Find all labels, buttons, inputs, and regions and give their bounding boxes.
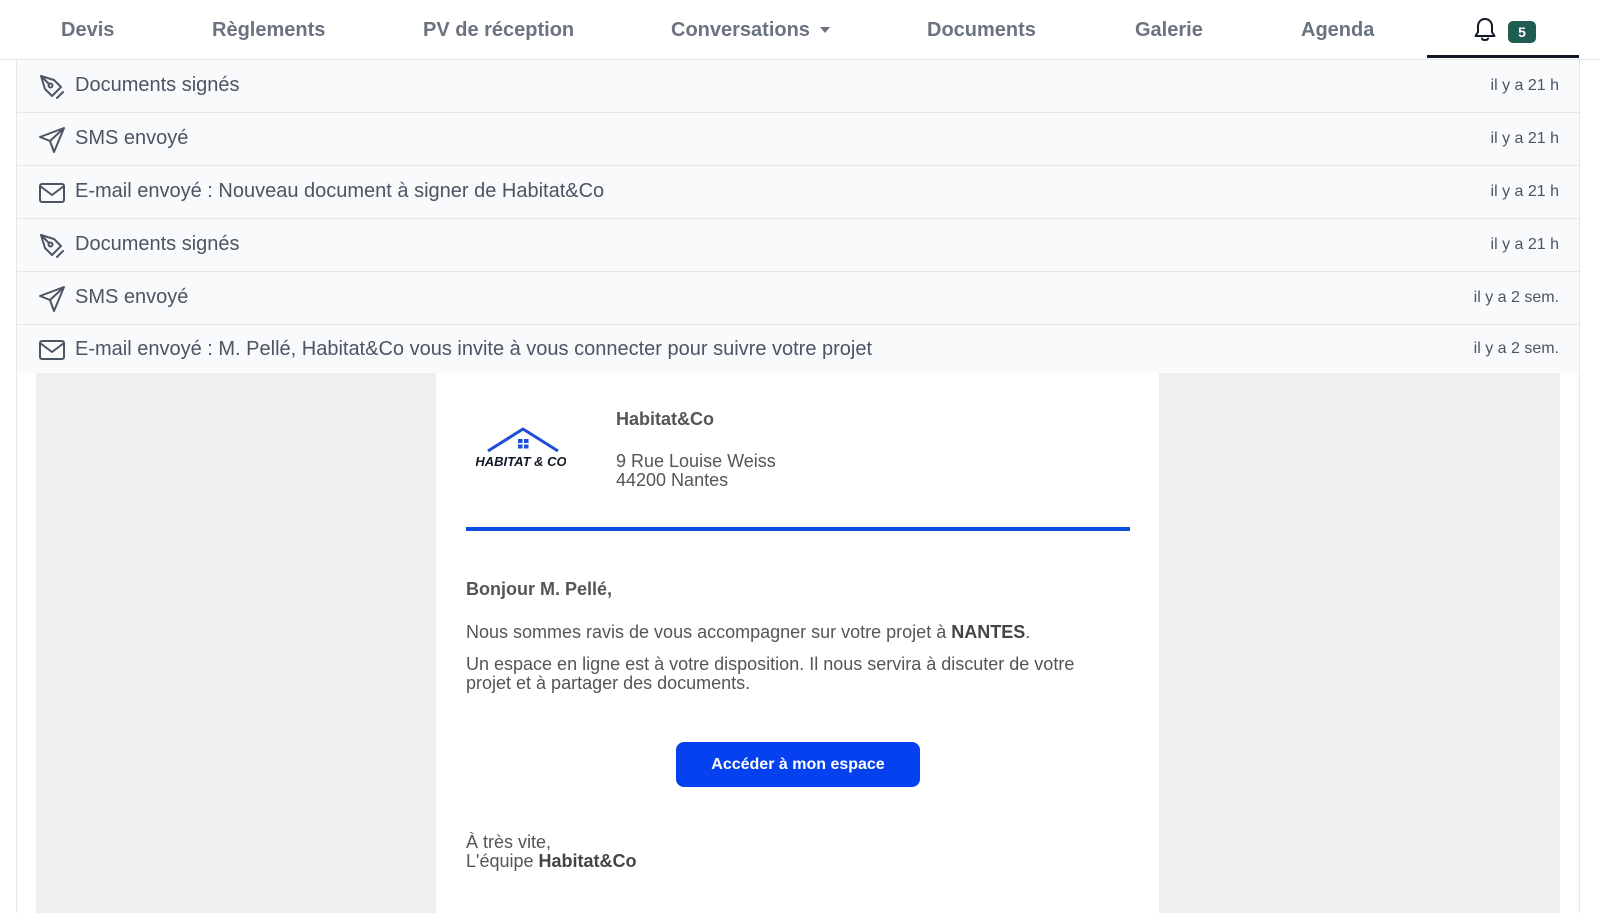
activity-label: Documents signés — [75, 74, 240, 96]
activity-time: il y a 21 h — [1490, 77, 1559, 94]
activity-label: Documents signés — [75, 233, 240, 255]
pen-nib-icon — [40, 75, 64, 99]
activity-time: il y a 21 h — [1490, 130, 1559, 147]
project-city: NANTES — [951, 622, 1026, 642]
tab-agenda[interactable]: Agenda — [1301, 0, 1374, 59]
caret-down-icon — [819, 27, 830, 33]
signoff-company: Habitat&Co — [538, 851, 637, 871]
company-logo: HABITAT & CO — [476, 427, 566, 469]
paper-plane-icon — [39, 286, 65, 312]
header-divider — [466, 527, 1130, 531]
activity-item[interactable]: SMS envoyé il y a 2 sem. — [17, 272, 1579, 325]
activity-time: il y a 2 sem. — [1473, 289, 1559, 306]
email-greeting: Bonjour M. Pellé, — [466, 579, 613, 599]
email-paragraph-1: Nous sommes ravis de vous accompagner su… — [466, 623, 1130, 642]
access-space-button[interactable]: Accéder à mon espace — [676, 742, 920, 787]
signoff-line-1: À très vite, — [466, 832, 552, 852]
address-street: 9 Rue Louise Weiss — [616, 451, 776, 471]
email-body: HABITAT & CO Habitat&Co 9 Rue Louise Wei… — [436, 373, 1159, 913]
email-preview: HABITAT & CO Habitat&Co 9 Rue Louise Wei… — [36, 373, 1560, 913]
tab-notifications[interactable]: 5 — [1427, 0, 1579, 58]
activity-label: E-mail envoyé : M. Pellé, Habitat&Co vou… — [75, 338, 873, 360]
email-paragraph-2-line-2: projet et à partager des documents. — [466, 673, 751, 693]
activity-item[interactable]: Documents signés il y a 21 h — [17, 60, 1579, 113]
para1-text: Nous sommes ravis de vous accompagner su… — [466, 622, 952, 642]
address-city: 44200 Nantes — [616, 470, 729, 490]
activity-time: il y a 2 sem. — [1473, 340, 1559, 357]
notification-count-badge: 5 — [1508, 21, 1536, 43]
activity-item[interactable]: SMS envoyé il y a 21 h — [17, 113, 1579, 166]
company-name: Habitat&Co — [616, 409, 714, 429]
tab-conversations-label: Conversations — [671, 19, 810, 41]
tab-bar: Devis Règlements PV de réception Convers… — [0, 0, 1600, 60]
activity-time: il y a 21 h — [1490, 236, 1559, 253]
pen-nib-icon — [40, 234, 64, 258]
logo-text: HABITAT & CO — [476, 454, 566, 469]
tab-conversations[interactable]: Conversations — [671, 0, 830, 59]
envelope-icon — [39, 183, 65, 203]
signoff-prefix: L'équipe — [466, 851, 539, 871]
tab-reglements[interactable]: Règlements — [212, 0, 325, 59]
activity-item-expanded[interactable]: E-mail envoyé : M. Pellé, Habitat&Co vou… — [17, 325, 1579, 373]
activity-label: E-mail envoyé : Nouveau document à signe… — [75, 180, 605, 202]
activity-label: SMS envoyé — [75, 286, 189, 308]
tab-pv-reception[interactable]: PV de réception — [423, 0, 574, 59]
bell-icon — [1474, 18, 1496, 41]
paper-plane-icon — [39, 127, 65, 153]
tab-galerie[interactable]: Galerie — [1135, 0, 1203, 59]
email-paragraph-2-line-1: Un espace en ligne est à votre dispositi… — [466, 654, 1075, 674]
activity-time: il y a 21 h — [1490, 183, 1559, 200]
activity-label: SMS envoyé — [75, 127, 189, 149]
signoff-line-2: L'équipe Habitat&Co — [466, 852, 637, 871]
activity-item[interactable]: E-mail envoyé : Nouveau document à signe… — [17, 166, 1579, 219]
envelope-icon — [39, 340, 65, 360]
tab-devis[interactable]: Devis — [61, 0, 114, 59]
para1-end: . — [1025, 622, 1031, 642]
activity-item[interactable]: Documents signés il y a 21 h — [17, 219, 1579, 272]
tab-documents[interactable]: Documents — [927, 0, 1036, 59]
